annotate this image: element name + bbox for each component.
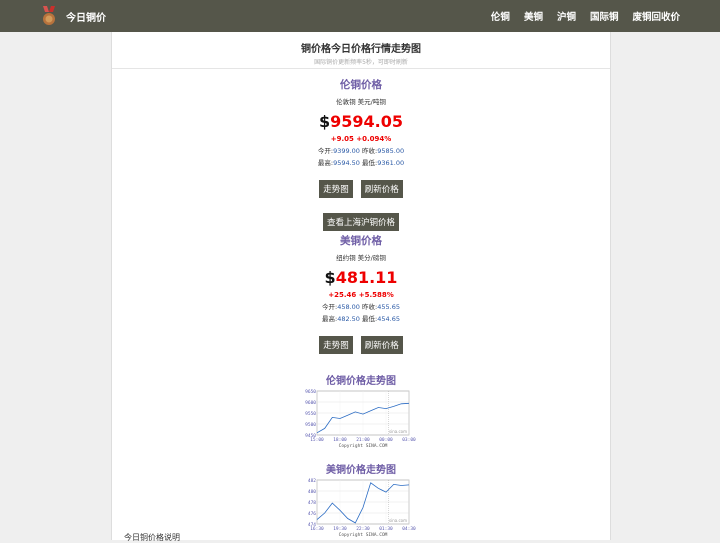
comex-trend-chart[interactable]: 48248047847647416:30 19:30 22:30 01:30 04:30… <box>301 476 421 538</box>
x-tick-label: 01:30 <box>379 526 393 532</box>
lme-stats: 今开:9399.00 昨收:9585.00 最高:9594.50 最低:9361… <box>112 145 610 169</box>
sina-watermark: sina.com <box>389 518 407 523</box>
lme-price-value: 9594.05 <box>330 112 403 131</box>
y-tick-label: 9500 <box>305 422 316 428</box>
comex-chart-button[interactable]: 走势图 <box>319 336 353 354</box>
main-nav: 伦铜 美铜 沪铜 国际铜 废铜回收价 <box>491 0 680 32</box>
nav-lme-copper[interactable]: 伦铜 <box>491 9 510 23</box>
copyright-text: Copyright SINA.COM <box>339 532 388 538</box>
lme-title: 伦铜价格 <box>340 79 382 91</box>
lme-high: 9594.50 <box>333 159 360 167</box>
site-title[interactable]: 今日铜价 <box>66 9 106 24</box>
lme-chart-button[interactable]: 走势图 <box>319 180 353 198</box>
comex-high-label: 最高: <box>322 315 338 323</box>
nav-scrap-copper[interactable]: 废铜回收价 <box>632 9 680 23</box>
x-tick-label: 18:00 <box>333 437 347 443</box>
lme-chart-section: 伦铜价格走势图 9650 9600 9550 9500 9450 15:00 18:00 21… <box>112 372 610 453</box>
x-tick-label: 03:00 <box>402 437 416 443</box>
comex-low-label: 最低: <box>362 315 378 323</box>
x-tick-label: 00:00 <box>379 437 393 443</box>
comex-prev-close: 455.65 <box>377 303 400 311</box>
comex-low: 454.65 <box>377 315 400 323</box>
comex-chart-title: 美铜价格走势图 <box>326 465 396 476</box>
x-tick-label: 21:00 <box>356 437 370 443</box>
lme-low: 9361.00 <box>377 159 405 167</box>
y-tick-label: 9600 <box>305 400 316 406</box>
lme-open: 9399.00 <box>333 147 360 155</box>
lme-change: +9.05 +0.094% <box>330 135 392 143</box>
lme-prev-label: 昨收: <box>362 147 378 155</box>
comex-unit: 纽约铜 美分/磅铜 <box>336 254 386 262</box>
lme-low-label: 最低: <box>362 159 378 167</box>
lme-high-label: 最高: <box>317 159 334 167</box>
nav-shanghai-copper[interactable]: 沪铜 <box>557 9 576 23</box>
nav-international-copper[interactable]: 国际铜 <box>590 9 619 23</box>
lme-prev-close: 9585.00 <box>377 147 405 155</box>
lme-trend-chart[interactable]: 9650960095509500945015:00 18:00 21:00 00:00… <box>301 387 421 449</box>
lme-currency: $ <box>318 112 331 131</box>
lme-refresh-button[interactable]: 刷新价格 <box>360 180 403 198</box>
comex-refresh-button[interactable]: 刷新价格 <box>360 336 403 354</box>
y-tick-label: 480 <box>308 489 316 495</box>
comex-open-label: 今开: <box>322 303 338 311</box>
comex-high: 482.50 <box>337 315 360 323</box>
lme-price: $9594.05 <box>112 112 610 131</box>
x-tick-label: 15:00 <box>310 437 324 443</box>
x-tick-label: 22:30 <box>356 526 370 532</box>
x-tick-label: 16:30 <box>310 526 324 532</box>
y-tick-label: 478 <box>308 500 316 506</box>
comex-stats: 今开:458.00 昨收:455.65 最高:482.50 最低:454.65 <box>112 301 610 325</box>
comex-change: +25.46 +5.588% <box>328 291 394 299</box>
price-description-heading: 今日铜价格说明 <box>124 533 180 542</box>
nav-us-copper[interactable]: 美铜 <box>524 9 543 23</box>
comex-price-value: 481.11 <box>335 268 398 287</box>
y-tick-label: 9650 <box>305 389 316 395</box>
top-navbar: 今日铜价 伦铜 美铜 沪铜 国际铜 废铜回收价 <box>0 0 720 32</box>
comex-price: $481.11 <box>112 268 610 287</box>
x-tick-label: 04:30 <box>402 526 416 532</box>
comex-open: 458.00 <box>337 303 360 311</box>
y-tick-label: 482 <box>308 478 316 484</box>
comex-chart-section: 美铜价格走势图 482 480 478 476 474 16:30 19:30 22:30 01… <box>112 461 610 542</box>
copyright-text: Copyright SINA.COM <box>339 443 388 449</box>
comex-title: 美铜价格 <box>340 235 382 247</box>
main-content: 铜价格今日价格行情走势图 国际铜价更新频率5秒，可即时刷新 伦铜价格 伦敦铜 美… <box>111 32 611 542</box>
lme-unit: 伦敦铜 美元/吨铜 <box>336 98 386 106</box>
page-header: 铜价格今日价格行情走势图 国际铜价更新频率5秒，可即时刷新 <box>112 32 610 69</box>
y-tick-label: 9550 <box>305 411 316 417</box>
lme-chart-title: 伦铜价格走势图 <box>326 376 396 387</box>
y-tick-label: 476 <box>308 511 316 517</box>
comex-prev-label: 昨收: <box>362 303 378 311</box>
sina-watermark: sina.com <box>389 429 407 434</box>
comex-currency: $ <box>324 268 336 287</box>
medal-logo-icon[interactable] <box>40 6 58 26</box>
page-title: 铜价格今日价格行情走势图 <box>301 44 421 55</box>
lme-price-block: 伦铜价格 伦敦铜 美元/吨铜 $9594.05 +9.05 +0.094% 今开… <box>112 77 610 231</box>
comex-price-block: 美铜价格 纽约铜 美分/磅铜 $481.11 +25.46 +5.588% 今开… <box>112 233 610 354</box>
page-subtitle: 国际铜价更新频率5秒，可即时刷新 <box>314 59 408 66</box>
x-tick-label: 19:30 <box>333 526 347 532</box>
lme-open-label: 今开: <box>317 147 334 155</box>
shanghai-copper-button[interactable]: 查看上海沪铜价格 <box>322 213 399 231</box>
